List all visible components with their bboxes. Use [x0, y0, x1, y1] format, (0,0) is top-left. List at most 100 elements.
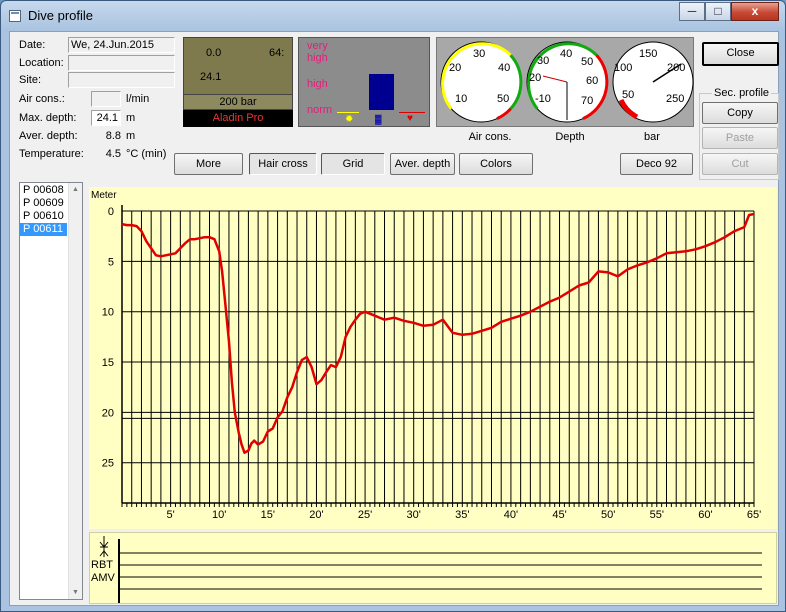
dive-list[interactable]: P 00608 P 00609 P 00610 P 00611 ▲ ▼: [19, 182, 83, 600]
display-pressure: 200 bar: [183, 94, 293, 110]
depth-tick-40: 40: [560, 48, 572, 60]
dive-list-scrollbar[interactable]: ▲ ▼: [68, 183, 82, 599]
dive-list-item[interactable]: P 00611: [20, 223, 67, 236]
amv-label: AMV: [91, 572, 116, 584]
location-label: Location:: [19, 57, 64, 69]
bar-gauge-caption: bar: [644, 131, 660, 143]
warning-high-1: high: [307, 52, 328, 64]
title-bar[interactable]: Dive profile ─ □ x: [1, 1, 785, 31]
grid-button[interactable]: Grid: [321, 153, 385, 175]
depth-tick-20: 20: [529, 72, 541, 84]
minimize-button[interactable]: ─: [679, 2, 705, 21]
bar-tick-100: 100: [614, 62, 632, 74]
y-axis-label: Meter: [91, 190, 117, 201]
dive-profile-chart[interactable]: Meter 0 5 10 15 20 25 5' 10' 15' 20' 25' 30' 35' 40' 45…: [89, 187, 777, 529]
gauge-panel: 10 20 30 40 50 -10 20 30 40 50 60 70 50 …: [436, 37, 694, 127]
heart-icon: ♥: [407, 113, 413, 124]
aircons-unit: l/min: [126, 93, 150, 105]
x-tick-label: 45': [552, 509, 566, 521]
x-tick-label: 65': [747, 509, 761, 521]
bar-tick-50: 50: [622, 89, 634, 101]
app-icon: [9, 10, 21, 22]
display-time: 0.0: [206, 47, 222, 59]
display-brand: Aladin Pro: [183, 110, 293, 127]
air-tick-50: 50: [497, 93, 509, 105]
scroll-down-icon[interactable]: ▼: [72, 589, 79, 596]
hair-cross-button[interactable]: Hair cross: [249, 153, 317, 175]
more-button[interactable]: More: [174, 153, 243, 175]
dive-profile-line: [121, 212, 755, 454]
y-tick-label: 25: [102, 458, 114, 470]
dive-list-item[interactable]: P 00610: [20, 210, 67, 223]
x-tick-label: 50': [601, 509, 615, 521]
scroll-up-icon[interactable]: ▲: [72, 186, 79, 193]
x-tick-label: 55': [650, 509, 664, 521]
depth-tick-30: 30: [537, 55, 549, 67]
air-tick-10: 10: [455, 93, 467, 105]
site-label: Site:: [19, 74, 42, 86]
display-depth: 24.1: [200, 71, 222, 83]
x-tick-label: 40': [504, 509, 518, 521]
close-window-button[interactable]: x: [731, 2, 779, 21]
depth-tick-50: 50: [581, 56, 593, 68]
air-tick-40: 40: [498, 62, 510, 74]
ascent-arrows-icon: [99, 536, 109, 557]
temperature-value: 4.5: [105, 148, 121, 160]
depth-tick-minus10: -10: [535, 93, 551, 105]
date-label: Date:: [19, 39, 46, 51]
cut-button[interactable]: Cut: [702, 153, 778, 175]
air-gauge: 10 20 30 40 50: [440, 41, 523, 123]
x-tick-label: 25': [358, 509, 372, 521]
warning-norm: norm: [307, 104, 333, 116]
deco-button[interactable]: Deco 92: [620, 153, 693, 175]
bar-tick-150: 150: [639, 48, 657, 60]
warning-panel: very high high norm ✹ ▓ ♥: [298, 37, 430, 127]
aircons-label: Air cons.:: [19, 93, 65, 105]
maxdepth-label: Max. depth:: [19, 112, 77, 124]
x-tick-label: 15': [261, 509, 275, 521]
maximize-button[interactable]: □: [705, 2, 731, 21]
bar-tick-250: 250: [666, 93, 684, 105]
aircons-field[interactable]: [91, 91, 121, 107]
norm-line-1: [337, 112, 359, 113]
y-tick-label: 15: [102, 357, 114, 369]
warning-high-2: high: [307, 78, 328, 90]
dive-profile-window: Dive profile ─ □ x Date: We, 24.Jun.2015…: [0, 0, 786, 612]
maxdepth-unit: m: [126, 112, 136, 124]
air-tick-20: 20: [449, 62, 461, 74]
dive-list-item[interactable]: P 00608: [20, 184, 67, 197]
x-tick-label: 20': [309, 509, 323, 521]
close-button[interactable]: Close: [702, 42, 779, 66]
warning-level-bar: [369, 74, 394, 110]
location-field[interactable]: [68, 55, 175, 71]
depth-gauge-caption: Depth: [555, 131, 585, 143]
window-title: Dive profile: [28, 8, 94, 23]
sun-icon: ✹: [345, 114, 354, 125]
site-field[interactable]: [68, 72, 175, 88]
dive-list-item[interactable]: P 00609: [20, 197, 67, 210]
gauges-svg: 10 20 30 40 50 -10 20 30 40 50 60 70 50 …: [440, 41, 694, 123]
y-tick-label: 10: [102, 307, 114, 319]
aver-depth-button[interactable]: Aver. depth: [390, 153, 455, 175]
display-minutes: 64:: [269, 47, 285, 59]
y-tick-label: 0: [108, 206, 114, 218]
date-field[interactable]: We, 24.Jun.2015: [68, 37, 175, 53]
depth-tick-70: 70: [581, 95, 593, 107]
depth-gauge: -10 20 30 40 50 60 70: [526, 41, 609, 123]
temperature-unit: °C (min): [126, 148, 167, 160]
copy-button[interactable]: Copy: [702, 102, 778, 124]
rbt-amv-svg: RBT AMV: [91, 536, 762, 603]
rbt-label: RBT: [91, 559, 113, 571]
dive-list-items: P 00608 P 00609 P 00610 P 00611: [20, 184, 67, 236]
microbubble-icon: ▓: [375, 114, 382, 124]
warning-very: very: [307, 40, 328, 52]
colors-button[interactable]: Colors: [459, 153, 533, 175]
x-tick-label: 10': [212, 509, 226, 521]
x-tick-label: 5': [167, 509, 175, 521]
temperature-label: Temperature:: [19, 148, 84, 160]
dive-chart-area[interactable]: Meter 0 5 10 15 20 25 5' 10' 15' 20' 25' 30' 35' 40' 45…: [89, 187, 777, 529]
sec-profile-title: Sec. profile: [712, 87, 772, 99]
rbt-amv-panel: RBT AMV: [89, 532, 777, 604]
paste-button[interactable]: Paste: [702, 127, 778, 149]
air-tick-30: 30: [473, 48, 485, 60]
